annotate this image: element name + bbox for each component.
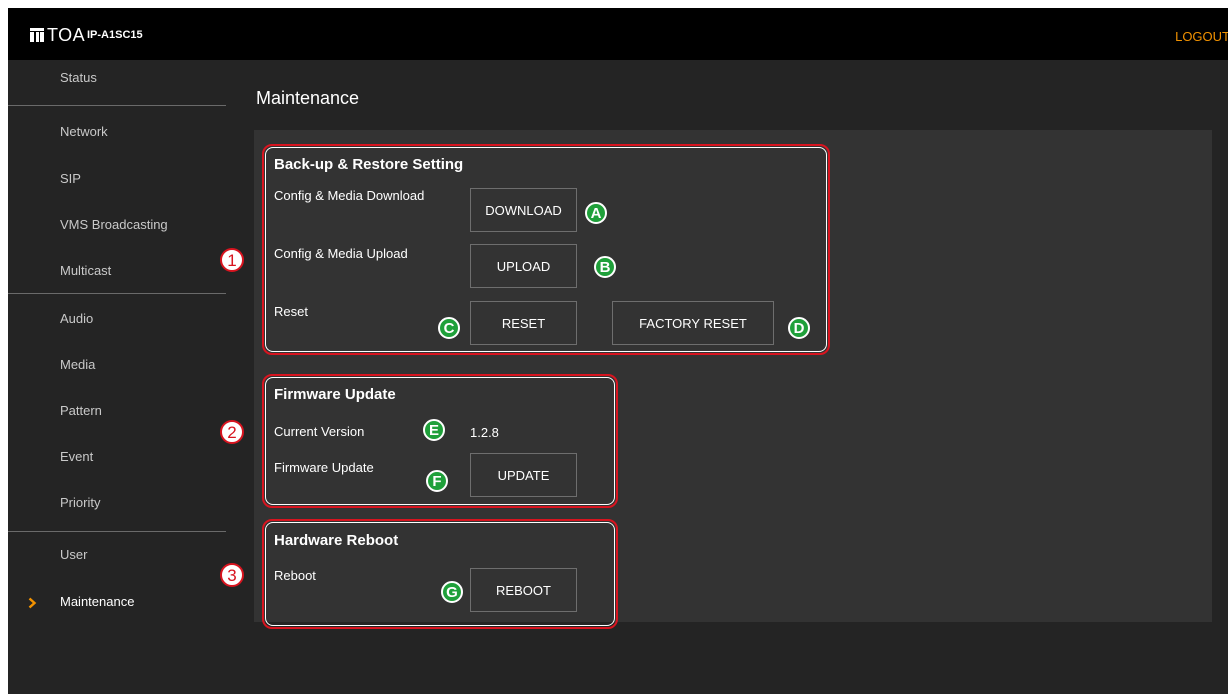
config-download-label: Config & Media Download bbox=[274, 188, 425, 203]
current-version-label: Current Version bbox=[274, 424, 365, 439]
sidebar-item-label: Maintenance bbox=[60, 594, 135, 609]
sidebar-item-label: User bbox=[60, 547, 88, 562]
sidebar-item-media[interactable]: Media bbox=[8, 348, 226, 394]
sidebar-item-label: Status bbox=[60, 70, 97, 85]
download-button[interactable]: DOWNLOAD bbox=[470, 188, 577, 232]
device-model: IP-A1SC15 bbox=[87, 29, 143, 41]
callout-d-icon: D bbox=[788, 317, 810, 339]
sidebar-item-label: Multicast bbox=[60, 263, 112, 278]
reboot-button[interactable]: REBOOT bbox=[470, 568, 577, 612]
toa-logo: TOA bbox=[30, 26, 85, 44]
sidebar-item-label: Priority bbox=[60, 495, 101, 510]
config-upload-label: Config & Media Upload bbox=[274, 246, 408, 261]
sidebar-item-event[interactable]: Event bbox=[8, 440, 226, 486]
callout-g-icon: G bbox=[441, 581, 463, 603]
brand-name: TOA bbox=[47, 25, 86, 45]
chevron-right-icon bbox=[28, 597, 37, 609]
sidebar-item-label: Event bbox=[60, 449, 94, 464]
sidebar-item-status[interactable]: Status bbox=[8, 60, 226, 106]
upload-button[interactable]: UPLOAD bbox=[470, 244, 577, 288]
firmware-update-label: Firmware Update bbox=[274, 460, 374, 475]
callout-b-icon: B bbox=[594, 256, 616, 278]
factory-reset-button[interactable]: FACTORY RESET bbox=[612, 301, 774, 345]
firmware-update-title: Firmware Update bbox=[274, 386, 396, 403]
sidebar-item-sip[interactable]: SIP bbox=[8, 162, 226, 208]
callout-c-icon: C bbox=[438, 317, 460, 339]
reset-button[interactable]: RESET bbox=[470, 301, 577, 345]
toa-logo-icon bbox=[30, 28, 44, 42]
callout-1-icon: 1 bbox=[220, 248, 244, 272]
app-window: TOA IP-A1SC15 LOGOUT Status Network SIP … bbox=[8, 8, 1228, 694]
sidebar-item-audio[interactable]: Audio bbox=[8, 302, 226, 348]
callout-3-icon: 3 bbox=[220, 563, 244, 587]
top-bar: TOA IP-A1SC15 LOGOUT bbox=[8, 8, 1228, 60]
sidebar-item-maintenance[interactable]: Maintenance bbox=[8, 586, 226, 632]
hardware-reboot-title: Hardware Reboot bbox=[274, 532, 399, 549]
reset-label: Reset bbox=[274, 304, 308, 319]
sidebar-item-label: Network bbox=[60, 124, 108, 139]
sidebar-item-label: VMS Broadcasting bbox=[60, 217, 168, 232]
page-title: Maintenance bbox=[256, 88, 360, 108]
sidebar-item-network[interactable]: Network bbox=[8, 116, 226, 162]
sidebar-item-label: SIP bbox=[60, 171, 81, 186]
sidebar-item-label: Pattern bbox=[60, 403, 102, 418]
callout-a-icon: A bbox=[585, 202, 607, 224]
sidebar-item-label: Audio bbox=[60, 311, 94, 326]
logout-link[interactable]: LOGOUT bbox=[1175, 29, 1228, 44]
sidebar-item-label: Media bbox=[60, 357, 96, 372]
update-button[interactable]: UPDATE bbox=[470, 453, 577, 497]
sidebar-item-user[interactable]: User bbox=[8, 540, 226, 586]
reboot-label: Reboot bbox=[274, 568, 316, 583]
backup-restore-title: Back-up & Restore Setting bbox=[274, 156, 464, 173]
current-version-value: 1.2.8 bbox=[470, 425, 499, 440]
sidebar-divider bbox=[8, 293, 226, 294]
sidebar-item-pattern[interactable]: Pattern bbox=[8, 394, 226, 440]
callout-e-icon: E bbox=[423, 419, 445, 441]
sidebar-divider bbox=[8, 531, 226, 532]
sidebar-divider bbox=[8, 105, 226, 106]
callout-2-icon: 2 bbox=[220, 420, 244, 444]
sidebar-item-vms-broadcasting[interactable]: VMS Broadcasting bbox=[8, 208, 226, 254]
callout-f-icon: F bbox=[426, 470, 448, 492]
sidebar-nav: Status Network SIP VMS Broadcasting Mult… bbox=[8, 60, 226, 694]
maintenance-panel: Back-up & Restore Setting Config & Media… bbox=[254, 130, 1212, 629]
sidebar-item-priority[interactable]: Priority bbox=[8, 486, 226, 532]
